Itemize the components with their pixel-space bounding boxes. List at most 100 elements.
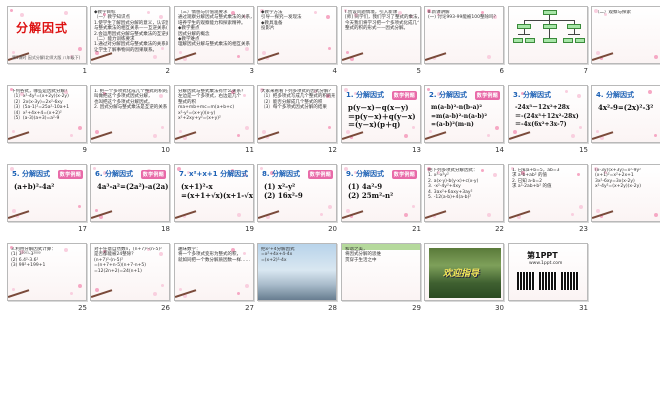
slide-thumbnail[interactable]: 3.利用分解因式计算： (1) 3²⁰⁰¹-3²⁰⁰⁰ (2) 6.4²-3.6… [7, 243, 87, 301]
math-example-badge: 数学例题 [391, 91, 417, 100]
qr-code-icon [539, 272, 557, 290]
slide-thumbnail[interactable]: Ⅱ.新课讲解 (一) 讨论993-99能被100整除吗？ [424, 6, 504, 64]
slide-thumbnail[interactable]: 和谐之美， 将因式分解的思维 贯穿于生活之中 [341, 243, 421, 301]
tree-node [563, 38, 573, 43]
slide-body-text: （三）情感与价值观要求 通过观察分解因式与整式乘法的关系， 培养学生的观察能力和… [178, 10, 252, 48]
blossom-decoration [70, 134, 73, 137]
slide-thumbnail[interactable]: 大家来看看下列多项式的因式分解？ （1）把多项式写成几个整式的积的形式 （2）能… [257, 85, 337, 143]
slide-thumbnail[interactable]: 分解因式 第1课时 因式分解(北师大版 八年级下) [7, 6, 87, 64]
slide-body-text: ◆教学目标 （一）教学知识点 1.使学生了解因式分解的意义，认识因式分解 与整式… [94, 10, 168, 53]
blossom-decoration [95, 130, 99, 134]
slide-body-text: I.创设问题情境，引入新课 [师] 同学们，我们学习了整式的乘法， 今天我们将学… [345, 10, 419, 32]
slide-math: (1) 4a²-9 (2) 25m²-n² [348, 182, 394, 200]
blossom-decoration [596, 51, 600, 55]
slide-number: 26 [161, 304, 170, 312]
blossom-decoration [404, 134, 408, 138]
slide-heading: 6. 分解因式 [95, 170, 133, 178]
slide-number: 6 [499, 67, 504, 75]
tree-connector [568, 34, 580, 35]
slide-thumbnail[interactable]: 下列各式，哪些是因式分解？ （1）x²-4y²=(x+2y)(x-2y) （2）… [7, 85, 87, 143]
slide-body-text: 把下列多项式分解因式： 1. x²-x²y² 2. a(x-y)-b(y-x)+… [428, 168, 479, 201]
blossom-decoration [95, 209, 98, 212]
blossom-decoration [346, 130, 350, 134]
slide-thumbnail[interactable]: （三）情感与价值观要求 通过观察分解因式与整式乘法的关系， 培养学生的观察能力和… [174, 6, 254, 64]
slide-thumbnail[interactable]: 第1PPT www.1ppt.com [508, 243, 588, 301]
slide-thumbnail[interactable]: 6. 分解因式数学例题 4a³-a²=(2a²)-a(2a)(2a²-a) [90, 164, 170, 222]
blossom-decoration [429, 130, 432, 133]
slide-body-text: 分解因式与整式乘法有什么关系？ 左边是一个多项式，右边是几个 整式的积 ma+m… [178, 89, 246, 122]
branch-decoration [509, 131, 531, 140]
tree-node [525, 38, 535, 43]
slide-thumbnail[interactable]: I.创设问题情境，引入新课 [师] 同学们，我们学习了整式的乘法， 今天我们将学… [341, 6, 421, 64]
slide-thumbnail[interactable]: 欢迎指导 [424, 243, 504, 301]
slide-subtitle: 第1课时 因式分解(北师大版 八年级下) [12, 55, 81, 60]
slide-heading: 8. 分解因式 [262, 170, 300, 178]
slide-thumbnail[interactable]: 5. 分解因式 数学例题 (a+b)²-4a² [7, 164, 87, 222]
slide-thumbnail[interactable]: 趣味数学： 将一个多项式变形为整式的积， 就如同把一个数分解质因数一样…… [174, 243, 254, 301]
slide-thumbnail[interactable]: 1. 分解因式 数学例题 p(y－x)－q(x－y) ＝p(y－x)＋q(y－x) … [341, 85, 421, 143]
slide-heading: 2. 分解因式 [429, 91, 467, 99]
welcome-text: 欢迎指导 [443, 269, 480, 279]
blossom-decoration [237, 292, 240, 295]
blossom-decoration [20, 13, 24, 17]
branch-decoration [8, 131, 30, 140]
blossom-decoration [153, 292, 157, 296]
slide-number: 20 [328, 225, 337, 233]
slide-number: 11 [245, 146, 254, 154]
slide-body-text: Ⅱ.新课讲解 (一) 讨论993-99能被100整除吗？ [428, 10, 498, 21]
slide-number: 19 [245, 225, 254, 233]
slide-body-text: 1. 已知a+b=5，ab=3 求 a²b+ab² 的值 2. 已知 a-b=2… [512, 168, 560, 190]
tree-node [543, 38, 557, 43]
branch-decoration [8, 289, 30, 298]
slide-thumbnail[interactable]: 把x²+4分解因式 =x²+4x+4-4x =(x+2)²-4x [257, 243, 337, 301]
math-example-badge: 数学例题 [57, 170, 83, 179]
slide-number: 31 [579, 304, 588, 312]
slide-thumbnail[interactable]: 把下列多项式分解因式： 1. x²-x²y² 2. a(x-y)-b(y-x)+… [424, 164, 504, 222]
slide-number: 12 [328, 146, 337, 154]
blossom-decoration [654, 55, 658, 59]
slide-thumbnail[interactable]: 3. 分解因式 -24x³－12x²+28x ＝-(24x³＋12x²-28x) … [508, 85, 588, 143]
slide-heading: 7. x²+x+1 分解因式 [179, 170, 249, 178]
slide-thumbnail[interactable]: （二）观察与探索 [591, 6, 660, 64]
blossom-decoration [179, 51, 182, 54]
slide-math: (x+1)²-x =(x+1+√x)(x+1-√x) [181, 182, 254, 200]
math-example-badge: 数学例题 [474, 91, 500, 100]
slide-sorter-view: 分解因式 第1课时 因式分解(北师大版 八年级下) 1 ◆教学目标 （一）教学知识点 … [0, 0, 660, 409]
slide-number: 9 [82, 146, 87, 154]
blossom-decoration [565, 90, 568, 93]
blossom-decoration [10, 9, 13, 12]
slide-thumbnail[interactable]: (x-3y)(x+3y)=x²-9y² (x+1)²=x²+2x+1 3x²-6… [591, 164, 660, 222]
blossom-decoration [328, 47, 331, 50]
slide-thumbnail[interactable]: 1. 把一个多项式化成几个整式的积的形式， 叫做把这个多项式因式分解， 也叫把这… [90, 85, 170, 143]
blossom-decoration [346, 209, 350, 213]
slide-body-text: 大家来看看下列多项式的因式分解？ （1）把多项式写成几个整式的积的形式 （2）能… [261, 89, 335, 111]
slide-thumbnail[interactable]: ◆教学目标 （一）教学知识点 1.使学生了解因式分解的意义，认识因式分解 与整式… [90, 6, 170, 64]
slide-number: 8 [655, 67, 660, 75]
slide-thumbnail[interactable]: 2. 分解因式 数学例题 m(a-b)²-n(b-a)² =m(a-b)²-n(a-… [424, 85, 504, 143]
slide-number: 17 [78, 225, 87, 233]
slide-thumbnail[interactable] [508, 6, 588, 64]
blossom-decoration [596, 130, 599, 133]
tree-connector [518, 34, 530, 35]
slide-heading: 9. 分解因式 [346, 170, 384, 178]
blossom-decoration [487, 134, 490, 137]
slide-body-text: 把x²+4分解因式 =x²+4x+4-4x =(x+2)²-4x [261, 247, 295, 263]
blossom-decoration [161, 126, 164, 129]
slide-thumbnail[interactable]: ◆教学方法 引导—探究—发现法 ◆教具准备 投影片 [257, 6, 337, 64]
slide-thumbnail[interactable]: 对于任意自然数n，(n+7)²-(n-5)² 是否都能被24整除？ (n+7)²… [90, 243, 170, 301]
blossom-decoration [78, 126, 82, 130]
slide-number: 15 [579, 146, 588, 154]
slide-thumbnail[interactable]: 分解因式与整式乘法有什么关系？ 左边是一个多项式，右边是几个 整式的积 ma+m… [174, 85, 254, 143]
blossom-decoration [245, 126, 249, 130]
slide-thumbnail[interactable]: 7. x²+x+1 分解因式 (x+1)²-x =(x+1+√x)(x+1-√x) [174, 164, 254, 222]
blossom-decoration [495, 126, 499, 130]
slide-thumbnail[interactable]: 4. 分解因式 4x²-9=(2x)²-3² [591, 85, 660, 143]
blossom-decoration [12, 288, 15, 291]
slide-thumbnail[interactable]: 1. 已知a+b=5，ab=3 求 a²b+ab² 的值 2. 已知 a-b=2… [508, 164, 588, 222]
slide-thumbnail[interactable]: 9. 分解因式 数学例题 (1) 4a²-9 (2) 25m²-n² [341, 164, 421, 222]
slide-body-text: 和谐之美， 将因式分解的思维 贯穿于生活之中 [345, 247, 381, 263]
slide-number: 29 [412, 304, 421, 312]
tree-node [513, 38, 523, 43]
slide-thumbnail[interactable]: 8. 分解因式 数学例题 (1) x²-y² (2) 16x²-9 [257, 164, 337, 222]
blossom-decoration [648, 90, 652, 94]
